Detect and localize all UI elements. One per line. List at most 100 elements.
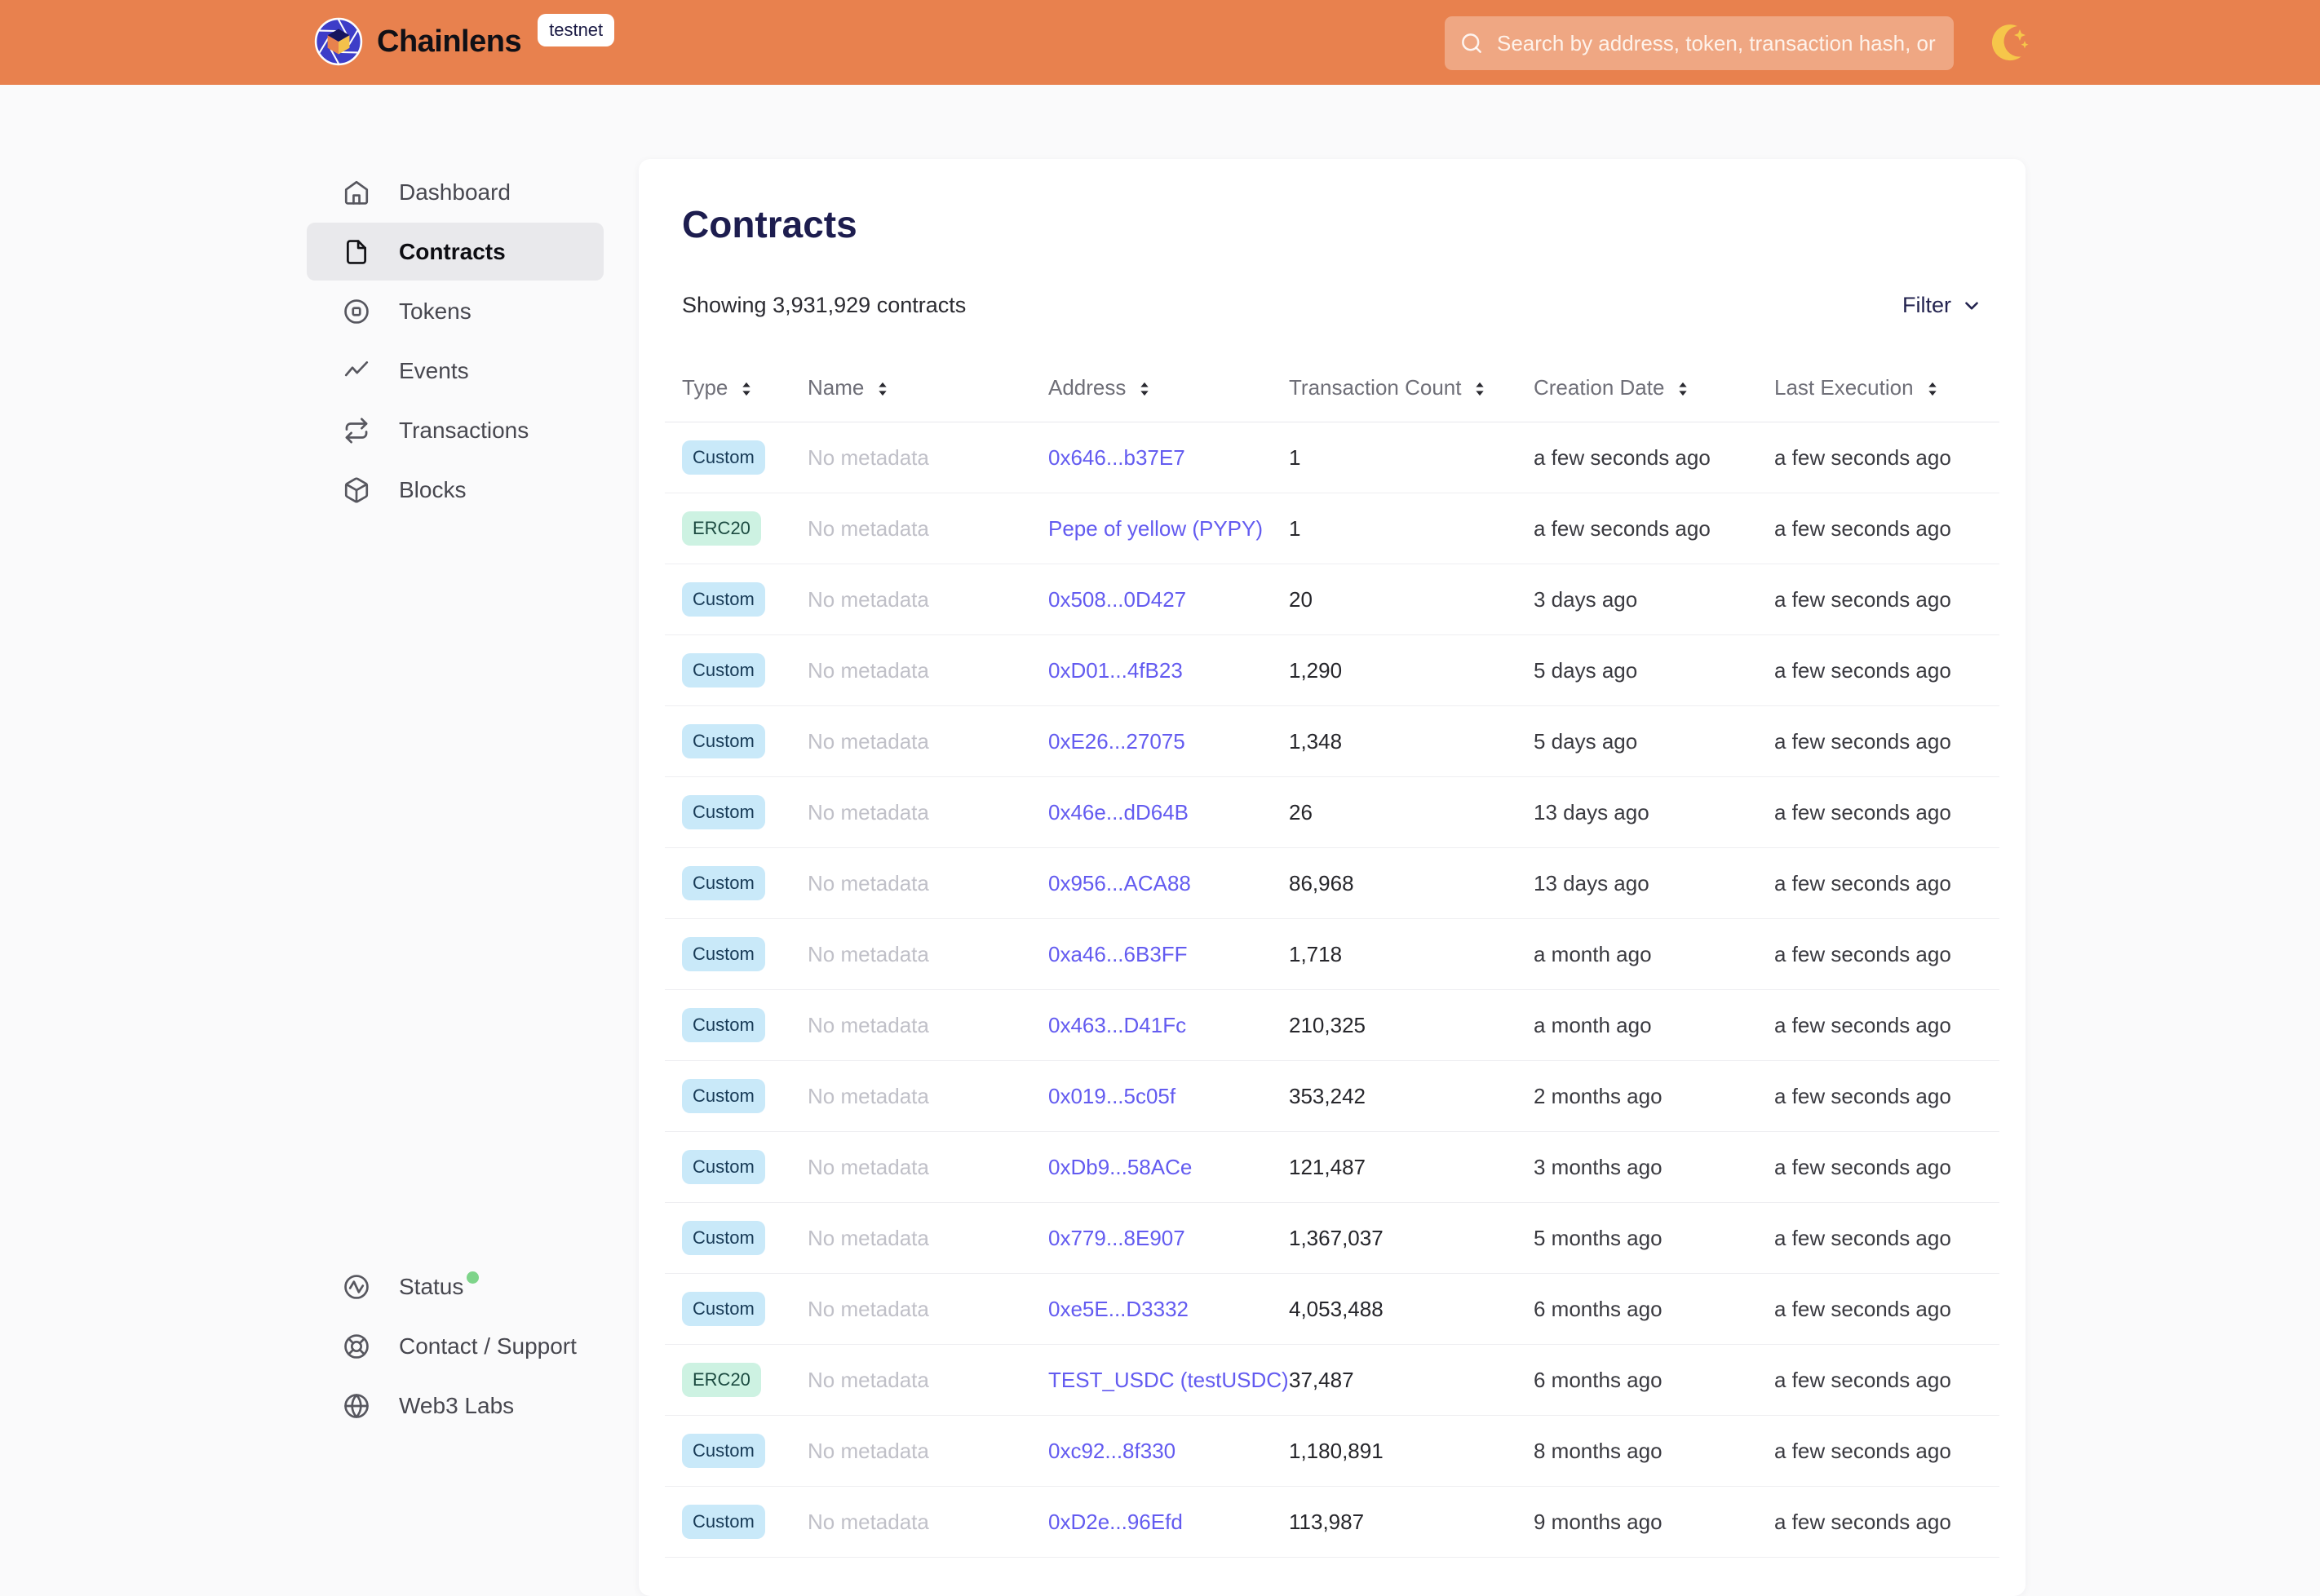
creation-date: 5 months ago (1534, 1226, 1774, 1251)
contracts-panel: Contracts Showing 3,931,929 contracts Fi… (639, 159, 2026, 1596)
contract-address-link[interactable]: 0xD01...4fB23 (1048, 658, 1183, 683)
column-header-address: Address (1048, 375, 1289, 400)
contract-address-link[interactable]: 0xe5E...D3332 (1048, 1297, 1189, 1321)
creation-date: a month ago (1534, 942, 1774, 967)
transaction-count: 1,718 (1289, 942, 1534, 967)
last-execution: a few seconds ago (1774, 871, 1999, 896)
contract-name: No metadata (808, 1155, 1048, 1180)
transaction-count: 353,242 (1289, 1084, 1534, 1109)
contract-address-link[interactable]: TEST_USDC (testUSDC) (1048, 1368, 1289, 1392)
table-row: Custom No metadata 0x019...5c05f 353,242… (665, 1061, 1999, 1132)
last-execution: a few seconds ago (1774, 658, 1999, 683)
column-header-last-execution[interactable]: Last Execution (1774, 375, 1999, 400)
column-header-transaction-count[interactable]: Transaction Count (1289, 375, 1534, 400)
transaction-count: 1 (1289, 445, 1534, 471)
last-execution: a few seconds ago (1774, 800, 1999, 825)
last-execution: a few seconds ago (1774, 1510, 1999, 1535)
dark-mode-toggle-moon-icon[interactable] (1987, 20, 2031, 67)
sidebar-item-events[interactable]: Events (307, 342, 604, 400)
contract-name: No metadata (808, 1013, 1048, 1038)
last-execution: a few seconds ago (1774, 1013, 1999, 1038)
contracts-count-summary: Showing 3,931,929 contracts (682, 293, 966, 318)
contract-address-link[interactable]: 0xE26...27075 (1048, 729, 1185, 754)
contract-type-badge: Custom (682, 1292, 765, 1326)
contract-address-link[interactable]: 0x646...b37E7 (1048, 445, 1185, 470)
contract-name: No metadata (808, 1226, 1048, 1251)
contract-name: No metadata (808, 1510, 1048, 1535)
contract-address-link[interactable]: 0x019...5c05f (1048, 1084, 1175, 1108)
sort-icon (1672, 378, 1694, 400)
sidebar-item-web3-labs[interactable]: Web3 Labs (307, 1377, 604, 1435)
sidebar-item-blocks[interactable]: Blocks (307, 461, 604, 519)
contract-address-link[interactable]: 0x779...8E907 (1048, 1226, 1185, 1250)
table-row: Custom No metadata 0x646...b37E7 1 a few… (665, 422, 1999, 493)
sidebar-item-label: Events (399, 358, 469, 384)
contract-name: No metadata (808, 800, 1048, 825)
contract-type-badge: Custom (682, 1434, 765, 1468)
contract-address-link[interactable]: 0xa46...6B3FF (1048, 942, 1188, 966)
search-input[interactable] (1495, 30, 1939, 57)
home-icon (343, 179, 370, 206)
sort-icon (1134, 378, 1155, 400)
status-indicator-dot (467, 1271, 479, 1284)
last-execution: a few seconds ago (1774, 445, 1999, 471)
contract-address-link[interactable]: 0x956...ACA88 (1048, 871, 1191, 895)
contract-address-link[interactable]: Pepe of yellow (PYPY) (1048, 516, 1263, 541)
contract-address-link[interactable]: 0xDb9...58ACe (1048, 1155, 1192, 1179)
sidebar-item-transactions[interactable]: Transactions (307, 401, 604, 459)
contract-name: No metadata (808, 516, 1048, 542)
creation-date: 5 days ago (1534, 658, 1774, 683)
contract-address-link[interactable]: 0x46e...dD64B (1048, 800, 1189, 825)
filter-label: Filter (1902, 293, 1951, 318)
creation-date: 3 months ago (1534, 1155, 1774, 1180)
last-execution: a few seconds ago (1774, 942, 1999, 967)
contract-name: No metadata (808, 587, 1048, 612)
app-header: Chainlens testnet (0, 0, 2320, 85)
contract-type-badge: Custom (682, 724, 765, 758)
file-icon (343, 238, 370, 266)
contract-type-badge: Custom (682, 1079, 765, 1113)
table-row: Custom No metadata 0xD01...4fB23 1,290 5… (665, 635, 1999, 706)
column-header-creation-date[interactable]: Creation Date (1534, 375, 1774, 400)
sidebar-item-contracts[interactable]: Contracts (307, 223, 604, 281)
creation-date: 6 months ago (1534, 1368, 1774, 1393)
contract-type-badge: Custom (682, 1008, 765, 1042)
token-icon (343, 298, 370, 325)
sidebar-item-label: Blocks (399, 477, 466, 503)
page-title: Contracts (682, 203, 1999, 245)
sidebar-footer-nav: Status Contact / Support Web3 Labs (307, 1258, 604, 1435)
sidebar-item-dashboard[interactable]: Dashboard (307, 163, 604, 221)
table-row: Custom No metadata 0x779...8E907 1,367,0… (665, 1203, 1999, 1274)
contract-name: No metadata (808, 942, 1048, 967)
contract-address-link[interactable]: 0x463...D41Fc (1048, 1013, 1186, 1037)
sidebar-item-status[interactable]: Status (307, 1258, 604, 1315)
sidebar-item-label: Web3 Labs (399, 1393, 514, 1419)
brand[interactable]: Chainlens testnet (313, 16, 614, 67)
table-row: Custom No metadata 0x46e...dD64B 26 13 d… (665, 777, 1999, 848)
last-execution: a few seconds ago (1774, 1368, 1999, 1393)
contract-name: No metadata (808, 1368, 1048, 1393)
contract-name: No metadata (808, 871, 1048, 896)
transaction-count: 113,987 (1289, 1510, 1534, 1535)
contract-name: No metadata (808, 729, 1048, 754)
repeat-icon (343, 417, 370, 444)
brand-name: Chainlens (377, 24, 521, 60)
creation-date: 8 months ago (1534, 1439, 1774, 1464)
sidebar-item-tokens[interactable]: Tokens (307, 282, 604, 340)
last-execution: a few seconds ago (1774, 1226, 1999, 1251)
contract-address-link[interactable]: 0xD2e...96Efd (1048, 1510, 1183, 1534)
sidebar-item-contact-support[interactable]: Contact / Support (307, 1317, 604, 1375)
search-bar[interactable] (1445, 16, 1954, 70)
sidebar-item-label: Transactions (399, 418, 529, 444)
contracts-table: Custom No metadata 0x646...b37E7 1 a few… (665, 422, 1999, 1558)
transaction-count: 210,325 (1289, 1013, 1534, 1038)
sidebar-item-label: Tokens (399, 298, 472, 325)
contract-type-badge: Custom (682, 653, 765, 687)
cube-icon (343, 476, 370, 504)
contract-address-link[interactable]: 0xc92...8f330 (1048, 1439, 1175, 1463)
last-execution: a few seconds ago (1774, 1084, 1999, 1109)
filter-button[interactable]: Filter (1902, 293, 1982, 318)
contract-address-link[interactable]: 0x508...0D427 (1048, 587, 1186, 612)
contract-type-badge: Custom (682, 795, 765, 829)
search-icon (1459, 31, 1484, 55)
